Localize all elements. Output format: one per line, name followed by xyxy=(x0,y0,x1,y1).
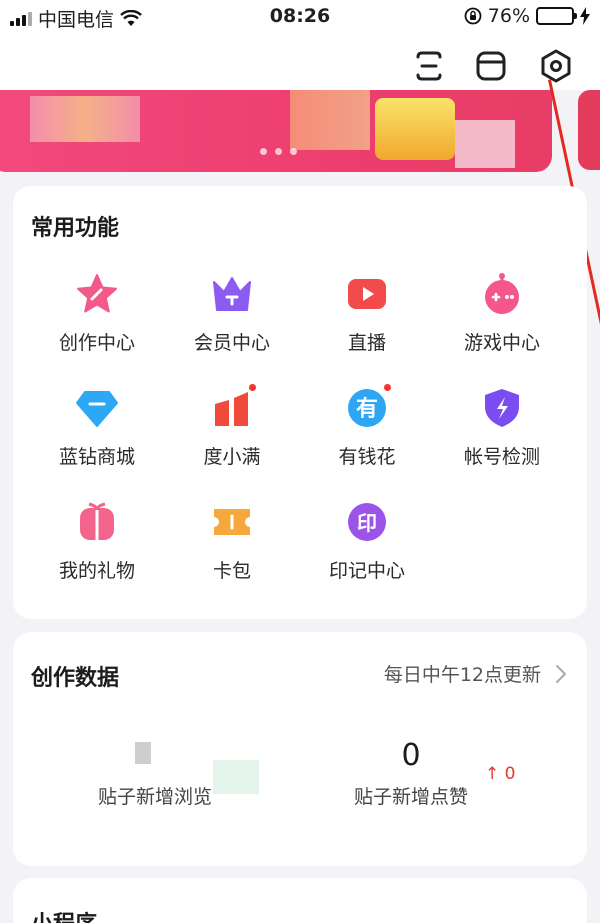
blurred-value xyxy=(135,742,151,764)
status-bar: 中国电信 08:26 76% xyxy=(0,0,600,34)
grid-item-label: 直播 xyxy=(347,332,386,354)
banner-blurred-text xyxy=(30,96,140,142)
grid-item-du-xiaoman[interactable]: 度小满 xyxy=(162,382,302,469)
game-robot-icon xyxy=(480,272,524,316)
notification-dot xyxy=(382,382,393,393)
grid-item-label: 卡包 xyxy=(212,560,251,582)
grid-item-label: 度小满 xyxy=(203,446,261,468)
chart-bars-icon xyxy=(210,382,258,430)
star-icon xyxy=(75,272,119,316)
grid-item-member-center[interactable]: 会员中心 xyxy=(162,272,302,355)
grid-item-live[interactable]: 直播 xyxy=(297,272,437,355)
grid-item-label: 帐号检测 xyxy=(463,446,540,468)
grid-item-my-gifts[interactable]: 我的礼物 xyxy=(27,500,167,583)
header-bar xyxy=(0,34,600,96)
stat-label: 贴子新增点赞 xyxy=(353,786,468,808)
seal-icon: 印 xyxy=(345,500,389,544)
settings-icon[interactable] xyxy=(538,48,574,84)
update-note-text: 每日中午12点更新 xyxy=(383,664,541,686)
banner-blurred-corner xyxy=(455,120,515,168)
rotation-lock-icon xyxy=(464,7,482,25)
grid-item-game-center[interactable]: 游戏中心 xyxy=(432,272,572,355)
box-icon[interactable] xyxy=(473,48,509,84)
grid-item-you-qian-hua[interactable]: 有 有钱花 xyxy=(297,382,437,469)
grid-item-label: 我的礼物 xyxy=(58,560,135,582)
notification-dot xyxy=(247,382,258,393)
stat-post-likes[interactable]: 0 贴子新增点赞 xyxy=(331,738,491,809)
you-money-icon: 有 xyxy=(345,382,393,430)
blurred-value xyxy=(213,760,259,794)
shield-icon xyxy=(480,386,524,430)
diamond-icon xyxy=(75,386,119,430)
grid-item-label: 创作中心 xyxy=(58,332,135,354)
grid-item-label: 蓝钻商城 xyxy=(58,446,135,468)
banner-blurred-graphic xyxy=(290,90,370,150)
gift-icon xyxy=(75,500,119,544)
stat-value: 0 xyxy=(401,738,421,773)
grid-item-seal-center[interactable]: 印 印记中心 xyxy=(297,500,437,583)
status-right: 76% xyxy=(464,5,590,27)
banner-next-slide[interactable] xyxy=(578,90,600,170)
mini-programs-card: 小程序 xyxy=(13,878,587,923)
seal-glyph: 印 xyxy=(357,511,377,535)
promo-banner[interactable] xyxy=(0,90,600,180)
creation-data-title: 创作数据 xyxy=(31,666,120,691)
you-money-glyph: 有 xyxy=(356,396,378,422)
grid-item-label: 有钱花 xyxy=(338,446,396,468)
video-camera-icon xyxy=(345,272,389,316)
battery-icon xyxy=(536,7,577,25)
charging-icon xyxy=(580,7,590,25)
mini-programs-title: 小程序 xyxy=(31,906,97,923)
chevron-right-icon xyxy=(556,664,566,683)
grid-item-creation-center[interactable]: 创作中心 xyxy=(27,272,167,355)
common-functions-card: 常用功能 创作中心 会员中心 直播 游戏中心 蓝钻商城 度小满 有 有钱花 帐号… xyxy=(13,186,587,619)
grid-item-blue-diamond-mall[interactable]: 蓝钻商城 xyxy=(27,386,167,469)
crown-icon xyxy=(210,272,254,316)
battery-percent: 76% xyxy=(487,5,530,27)
grid-item-card-wallet[interactable]: 卡包 xyxy=(162,500,302,583)
grid-item-label: 游戏中心 xyxy=(463,332,540,354)
scan-icon[interactable] xyxy=(411,48,447,84)
banner-gold-logo xyxy=(375,98,455,160)
grid-item-label: 印记中心 xyxy=(328,560,405,582)
update-note-link[interactable]: 每日中午12点更新 xyxy=(384,660,567,687)
common-functions-title: 常用功能 xyxy=(31,216,120,241)
likes-delta: ↑ 0 xyxy=(485,764,516,784)
grid-item-label: 会员中心 xyxy=(193,332,270,354)
card-ticket-icon xyxy=(210,500,254,544)
grid-item-account-check[interactable]: 帐号检测 xyxy=(432,386,572,469)
banner-image[interactable] xyxy=(0,90,552,172)
banner-page-dots xyxy=(260,148,297,155)
creation-data-card: 创作数据 每日中午12点更新 贴子新增浏览 0 贴子新增点赞 ↑ 0 xyxy=(13,632,587,866)
